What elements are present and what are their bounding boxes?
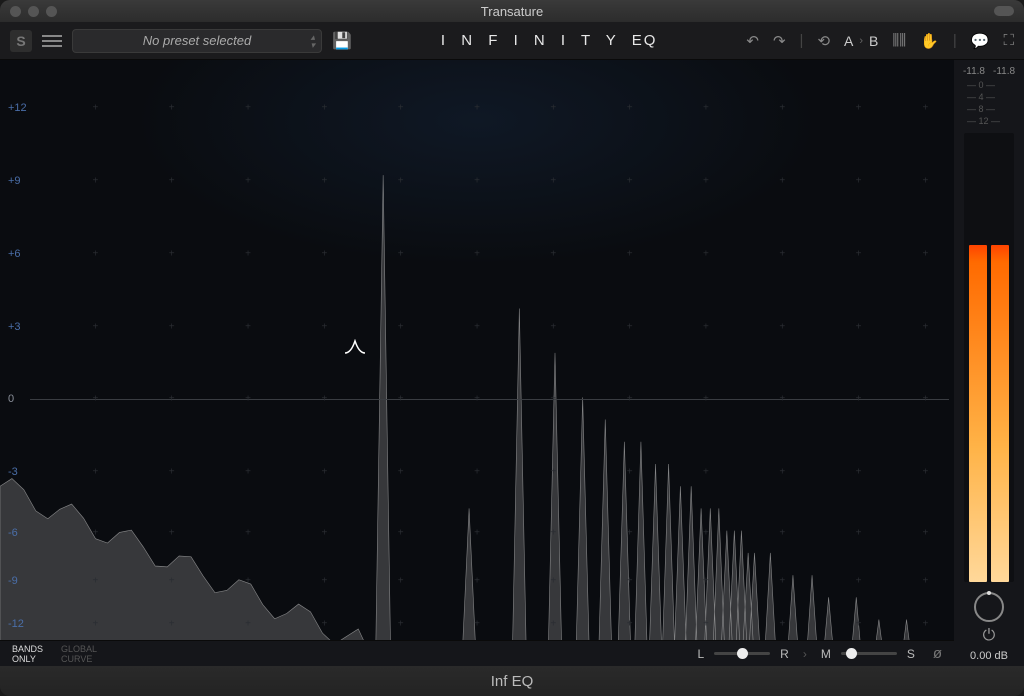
window-title: Transature [481, 4, 543, 19]
main-area: +12+9+6+30-3-6-9-1220501002005001k2k5k10… [0, 60, 1024, 666]
channel-L-label[interactable]: L [697, 647, 704, 661]
phase-invert-icon[interactable]: ø [933, 645, 942, 662]
save-icon[interactable]: 💾 [332, 31, 352, 51]
chat-icon[interactable]: 💬 [971, 32, 990, 50]
peak-right-value: -11.8 [993, 66, 1015, 77]
redo-icon[interactable]: ↷ [773, 32, 786, 50]
channel-S-label[interactable]: S [907, 647, 915, 661]
channel-R-label[interactable]: R [780, 647, 789, 661]
titlebar: Transature [0, 0, 1024, 22]
lr-balance-slider[interactable] [714, 652, 770, 655]
plugin-brand: I N F I N I T Y EQ [362, 32, 736, 49]
channel-M-label[interactable]: M [821, 647, 831, 661]
compare-b-button[interactable]: B [869, 33, 878, 49]
window-pill[interactable] [994, 6, 1014, 16]
output-gain-value: 0.00 dB [970, 650, 1008, 662]
level-meters: 20283644526068 [964, 133, 1014, 582]
power-icon[interactable]: ⏻ [979, 626, 999, 646]
chevron-right-icon: › [803, 647, 807, 661]
plugin-window: Transature S No preset selected ▴▾ 💾 I N… [0, 0, 1024, 696]
vendor-logo-icon[interactable]: S [10, 30, 32, 52]
chevron-right-icon: › [859, 35, 863, 47]
undo-icon[interactable]: ↶ [746, 32, 759, 50]
global-curve-button[interactable]: GLOBALCURVE [61, 644, 97, 664]
bands-only-button[interactable]: BANDSONLY [12, 644, 43, 664]
footer-controls: BANDSONLY GLOBALCURVE L R › M S ø [0, 640, 954, 666]
link-icon[interactable]: ⟲ [817, 32, 830, 50]
preset-selector[interactable]: No preset selected ▴▾ [72, 29, 322, 53]
ms-balance-slider[interactable] [841, 652, 897, 655]
host-track-label: Inf EQ [0, 666, 1024, 696]
spectrum-mode-icon[interactable]: ⫼⫼ [892, 32, 906, 49]
touch-mode-icon[interactable]: ✋ [920, 32, 939, 50]
eq-graph[interactable]: +12+9+6+30-3-6-9-1220501002005001k2k5k10… [0, 60, 954, 666]
chevron-updown-icon: ▴▾ [310, 33, 315, 49]
compare-a-button[interactable]: A [844, 33, 853, 49]
output-meter-panel: -11.8 -11.8 — 0 —— 4 —— 8 —— 12 — 202836… [954, 60, 1024, 666]
preset-label: No preset selected [143, 33, 251, 48]
meter-bar-left [969, 245, 987, 582]
toolbar: S No preset selected ▴▾ 💾 I N F I N I T … [0, 22, 1024, 60]
fullscreen-icon[interactable]: ⛶ [1003, 32, 1014, 49]
traffic-lights[interactable] [10, 6, 57, 17]
menu-icon[interactable] [42, 31, 62, 51]
output-gain-knob[interactable] [974, 592, 1004, 622]
peak-left-value: -11.8 [963, 66, 985, 77]
meter-top-scale: — 0 —— 4 —— 8 —— 12 — [967, 79, 1011, 127]
